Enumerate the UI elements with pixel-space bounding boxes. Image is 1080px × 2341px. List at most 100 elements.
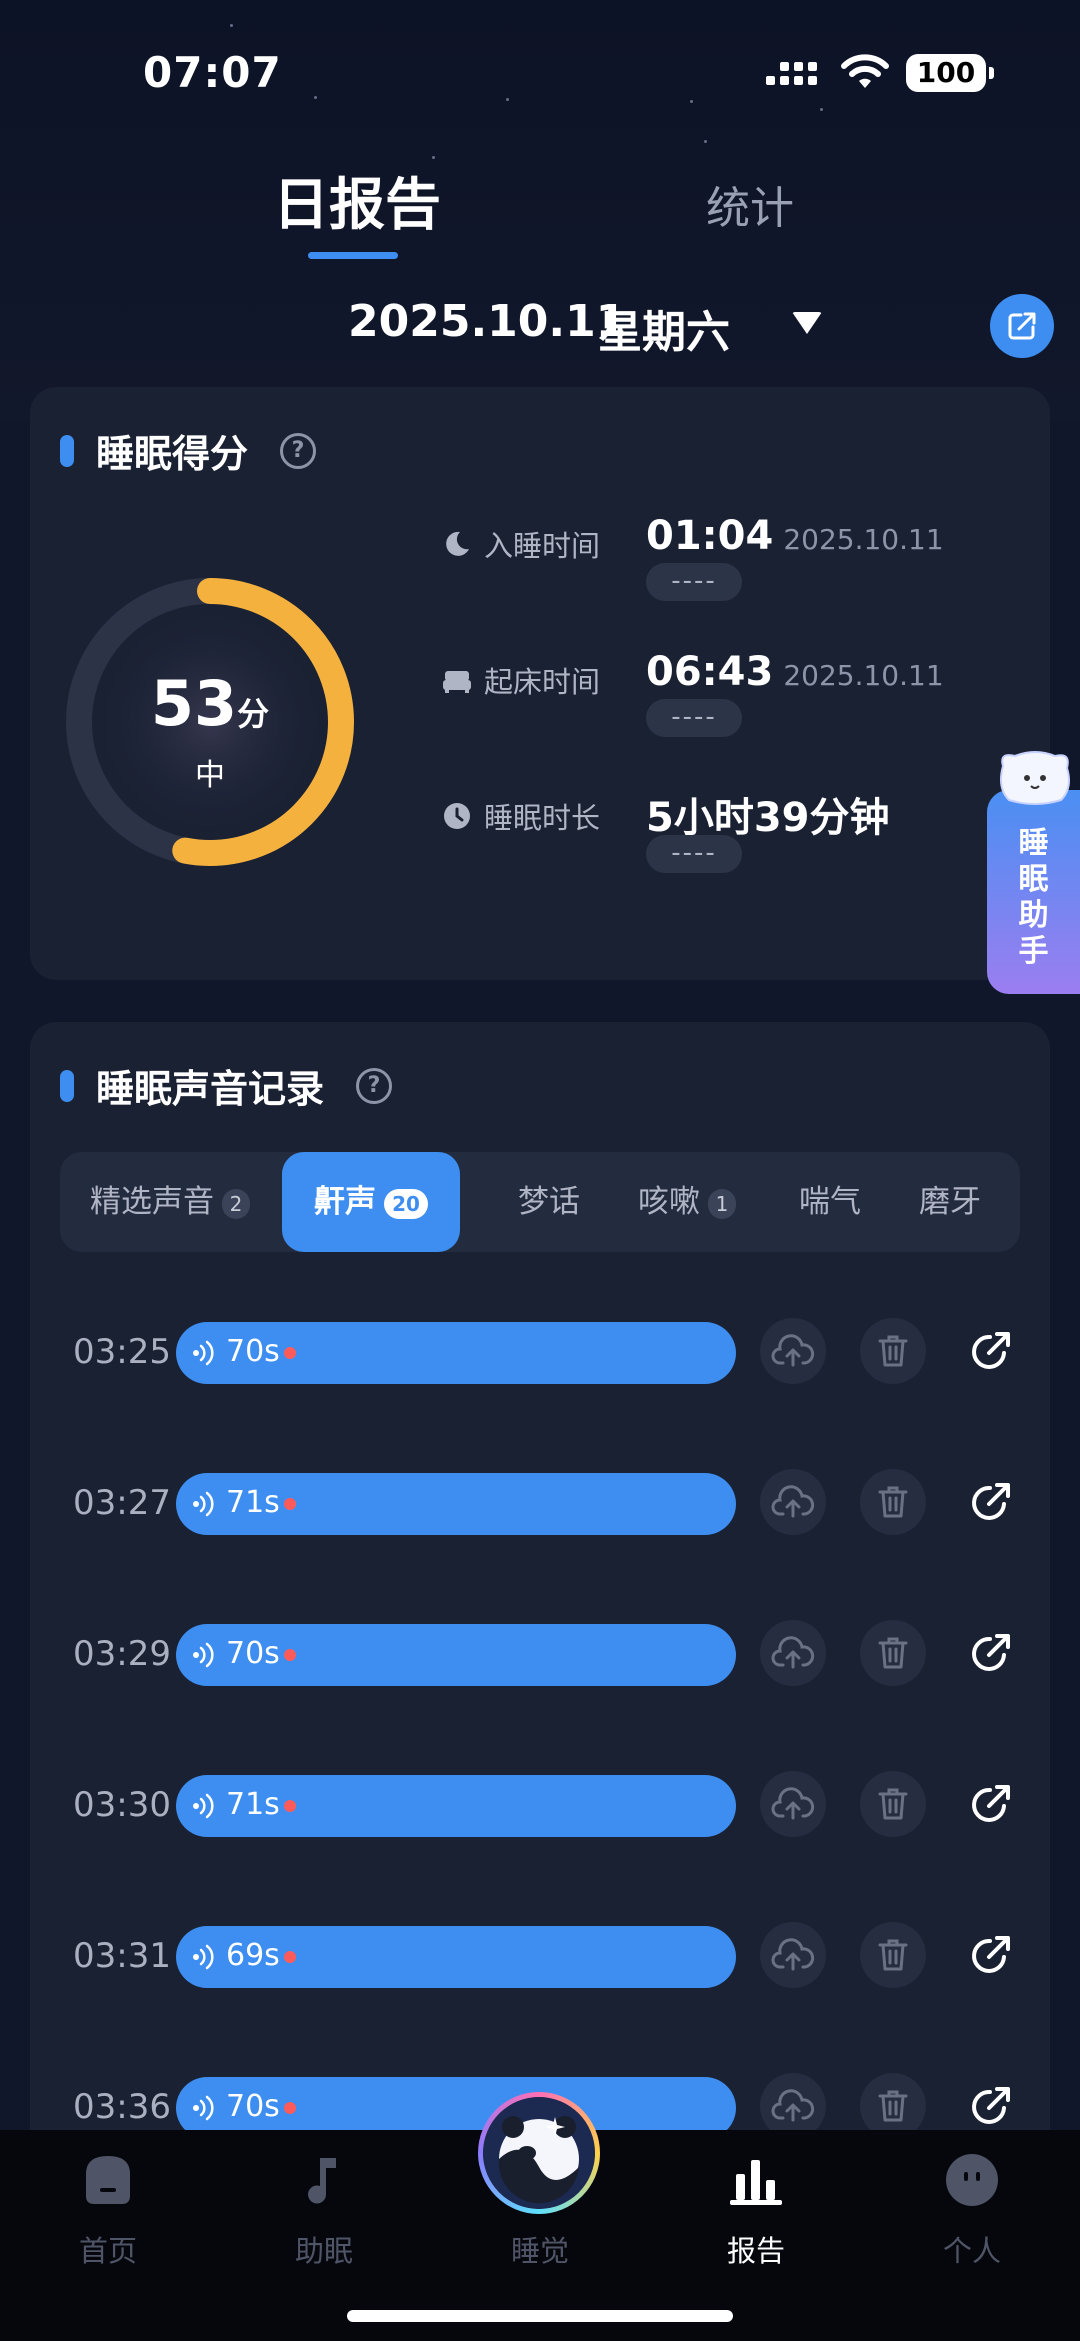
score-level: 中 [195, 758, 225, 793]
nav-label: 个人 [942, 2234, 1001, 2268]
nav-label: 首页 [78, 2234, 137, 2268]
nav-sleep-aid[interactable]: 助眠 [264, 2148, 384, 2270]
star-decoration [704, 140, 707, 143]
nav-label: 助眠 [294, 2234, 353, 2268]
score-card-title: 睡眠得分 [96, 432, 249, 476]
recording-time: 03:29 [73, 1634, 171, 1674]
status-time: 07:07 [143, 48, 282, 97]
category-tab-grind[interactable]: 磨牙 [919, 1152, 981, 1252]
sound-wave-icon [193, 1944, 214, 1970]
delete-recording-button[interactable] [860, 1469, 926, 1535]
metric-placeholder-pill: ---- [646, 563, 742, 601]
trash-icon [878, 1637, 908, 1669]
share-arrow-icon [972, 1332, 1010, 1369]
play-recording-bar[interactable]: 71s [176, 1473, 736, 1535]
upload-cloud-button[interactable] [760, 1771, 826, 1837]
nav-sleep[interactable]: 睡觉 [480, 2216, 600, 2270]
nav-profile[interactable]: 个人 [912, 2148, 1032, 2270]
home-indicator [347, 2310, 733, 2322]
face-icon [946, 2154, 998, 2206]
share-arrow-icon [972, 1936, 1010, 1973]
upload-cloud-button[interactable] [760, 1922, 826, 1988]
music-note-icon [308, 2158, 336, 2204]
recording-dot [284, 1347, 296, 1359]
help-icon[interactable]: ? [356, 1067, 393, 1104]
category-tab-sleep-talk[interactable]: 梦话 [518, 1152, 580, 1252]
pillow-mascot-icon [1000, 751, 1070, 805]
metric-label: 起床时间 [484, 665, 601, 699]
category-tab-selected[interactable]: 精选声音 2 [90, 1152, 250, 1252]
count-badge: 2 [222, 1188, 250, 1219]
upload-cloud-button[interactable] [760, 1469, 826, 1535]
nav-home[interactable]: 首页 [48, 2148, 168, 2270]
clock-icon [444, 803, 470, 829]
delete-recording-button[interactable] [860, 1620, 926, 1686]
tab-statistics[interactable]: 统计 [706, 172, 794, 236]
recording-row: 03:29 70s [30, 1620, 1050, 1694]
date-selector[interactable]: 2025.10.11 星期六 [0, 294, 1080, 358]
recording-time: 03:30 [73, 1785, 171, 1825]
metric-wake-up: 起床时间 06:43 2025.10.11 ---- [410, 649, 1030, 745]
recording-duration: 71s [226, 1787, 280, 1822]
dropdown-triangle-icon[interactable] [792, 312, 822, 334]
recording-time: 03:25 [73, 1332, 171, 1372]
sound-wave-icon [193, 2095, 214, 2121]
share-recording-button[interactable] [960, 1624, 1020, 1684]
category-tab-cough[interactable]: 咳嗽 1 [638, 1152, 736, 1252]
share-recording-button[interactable] [960, 1322, 1020, 1382]
delete-recording-button[interactable] [860, 1318, 926, 1384]
score-card-header: 睡眠得分 ? [60, 423, 317, 478]
cloud-upload-icon [771, 1938, 815, 1971]
sound-card-header: 睡眠声音记录 ? [60, 1058, 393, 1113]
recording-dot [284, 1951, 296, 1963]
category-tab-snore[interactable]: 鼾声 20 [282, 1152, 460, 1252]
nav-label: 报告 [726, 2234, 785, 2268]
sound-category-tabs: 精选声音2 鼾声20 梦话 咳嗽1 喘气 磨牙 动 [60, 1152, 1020, 1252]
play-recording-bar[interactable]: 70s [176, 1322, 736, 1384]
cloud-upload-icon [771, 1485, 815, 1518]
recording-time: 03:36 [73, 2087, 171, 2127]
sleep-start-button[interactable] [478, 2092, 600, 2214]
trash-icon [878, 1939, 908, 1971]
play-recording-bar[interactable]: 70s [176, 1624, 736, 1686]
sleep-assistant-button[interactable]: 睡眠助手 [987, 751, 1080, 994]
share-report-button[interactable] [990, 294, 1054, 358]
trash-icon [878, 1486, 908, 1518]
category-tab-gasp[interactable]: 喘气 [799, 1152, 861, 1252]
star-decoration [820, 108, 823, 111]
upload-cloud-button[interactable] [760, 1318, 826, 1384]
share-arrow-icon [972, 1634, 1010, 1671]
metric-value: 01:04 2025.10.11 [646, 513, 944, 559]
delete-recording-button[interactable] [860, 1922, 926, 1988]
share-recording-button[interactable] [960, 1926, 1020, 1986]
play-recording-bar[interactable]: 69s [176, 1926, 736, 1988]
tab-daily-report[interactable]: 日报告 [273, 160, 441, 241]
recording-duration: 69s [226, 1938, 280, 1973]
share-recording-button[interactable] [960, 2077, 1020, 2137]
share-recording-button[interactable] [960, 1775, 1020, 1835]
play-recording-bar[interactable]: 71s [176, 1775, 736, 1837]
share-recording-button[interactable] [960, 1473, 1020, 1533]
upload-cloud-button[interactable] [760, 1620, 826, 1686]
sleep-assistant-label: 睡眠助手 [1018, 826, 1049, 969]
star-decoration [230, 24, 233, 27]
help-icon[interactable]: ? [280, 432, 317, 469]
star-decoration [432, 156, 435, 159]
score-unit: 分 [237, 695, 270, 733]
nav-report[interactable]: 报告 [696, 2148, 816, 2270]
recording-dot [284, 2102, 296, 2114]
wifi-icon [841, 54, 889, 88]
count-badge: 1 [708, 1188, 736, 1219]
score-number: 53 [150, 667, 238, 740]
delete-recording-button[interactable] [860, 1771, 926, 1837]
recording-duration: 70s [226, 2089, 280, 2124]
recording-row: 03:30 71s [30, 1771, 1050, 1845]
trash-icon [878, 2090, 908, 2122]
status-bar: 07:07 100 [0, 42, 1080, 102]
trash-icon [878, 1335, 908, 1367]
metric-date: 2025.10.11 [783, 659, 944, 692]
sound-card-title: 睡眠声音记录 [96, 1067, 325, 1111]
recording-dot [284, 1800, 296, 1812]
date-weekday: 星期六 [598, 307, 730, 358]
metric-label: 睡眠时长 [484, 801, 601, 835]
